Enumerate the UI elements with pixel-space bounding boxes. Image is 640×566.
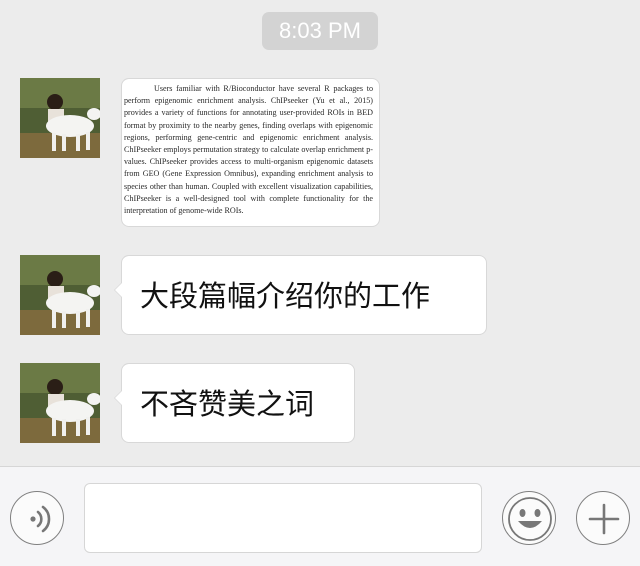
voice-button[interactable] [10, 491, 64, 545]
plus-icon [588, 503, 620, 535]
avatar[interactable] [20, 255, 100, 335]
voice-icon [30, 505, 51, 533]
chat-area: 8:03 PM Users familiar with R/Bioconduct… [0, 0, 640, 466]
text-message-bubble[interactable]: 不吝赞美之词 [114, 363, 355, 443]
plus-button[interactable] [576, 491, 630, 545]
message-timestamp: 8:03 PM [262, 12, 378, 50]
avatar[interactable] [20, 363, 100, 443]
message-input[interactable] [84, 483, 482, 553]
image-message-bubble[interactable]: Users familiar with R/Bioconductor have … [121, 78, 380, 227]
input-bar [0, 466, 640, 566]
emoji-button[interactable] [502, 491, 556, 545]
emoji-icon [508, 497, 552, 541]
abstract-image-text: Users familiar with R/Bioconductor have … [124, 84, 373, 216]
text-message-bubble[interactable]: 大段篇幅介绍你的工作 [114, 255, 487, 335]
avatar[interactable] [20, 78, 100, 158]
